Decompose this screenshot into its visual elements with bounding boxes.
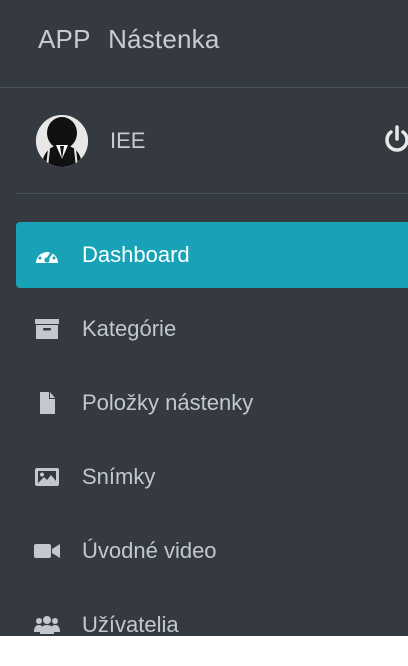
sidebar-item-label: Užívatelia [82, 612, 179, 637]
sidebar-nav: Dashboard Kategórie Položky nástenky Sní… [0, 222, 408, 666]
sidebar-item-dashboard[interactable]: Dashboard [16, 222, 408, 288]
brand-link[interactable]: APP Nástenka [0, 0, 408, 88]
avatar[interactable] [36, 115, 88, 167]
file-icon [34, 392, 60, 414]
archive-icon [34, 318, 60, 340]
sidebar-item-uzivatelia[interactable]: Užívatelia [16, 592, 408, 658]
sidebar-item-label: Kategórie [82, 316, 177, 341]
user-panel: IEE [16, 88, 408, 194]
sidebar-item-label: Dashboard [82, 242, 190, 267]
sidebar-item-polozky[interactable]: Položky nástenky [16, 370, 408, 436]
sidebar-item-label: Snímky [82, 464, 156, 489]
user-name[interactable]: IEE [110, 128, 145, 154]
brand-name-text: Nástenka [108, 24, 220, 54]
sidebar-item-label: Položky nástenky [82, 390, 254, 415]
sidebar-item-uvodne-video[interactable]: Úvodné video [16, 518, 408, 584]
tachometer-icon [34, 244, 60, 266]
brand-app-text: APP [38, 24, 91, 54]
sidebar-item-kategorie[interactable]: Kategórie [16, 296, 408, 362]
sidebar-item-label: Úvodné video [82, 538, 217, 563]
avatar-image [36, 115, 88, 167]
image-icon [34, 466, 60, 488]
sidebar-item-snimky[interactable]: Snímky [16, 444, 408, 510]
power-icon[interactable] [382, 124, 408, 154]
sidebar: APP Nástenka IEE Dashboard Kategórie Pol… [0, 0, 408, 637]
users-icon [34, 614, 60, 636]
video-camera-icon [34, 540, 60, 562]
